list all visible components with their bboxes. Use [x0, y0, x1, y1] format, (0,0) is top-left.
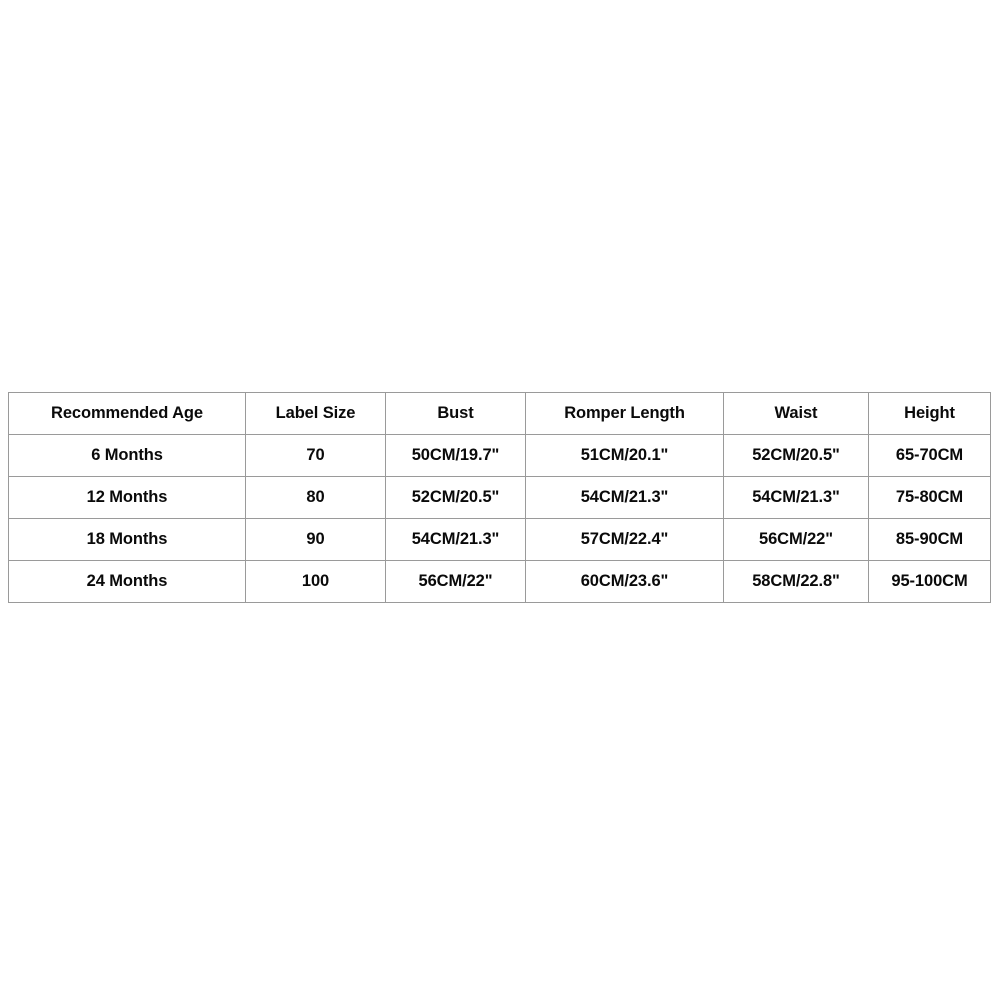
cell-label-size: 90: [245, 518, 386, 561]
cell-bust: 52CM/20.5": [385, 476, 526, 519]
cell-label-size: 70: [245, 434, 386, 477]
cell-bust: 50CM/19.7": [385, 434, 526, 477]
cell-height: 85-90CM: [868, 518, 991, 561]
cell-waist: 58CM/22.8": [723, 560, 869, 603]
table-row: 12 Months 80 52CM/20.5" 54CM/21.3" 54CM/…: [8, 476, 991, 519]
cell-waist: 56CM/22": [723, 518, 869, 561]
cell-label-size: 100: [245, 560, 386, 603]
size-chart-container: Recommended Age Label Size Bust Romper L…: [8, 392, 991, 603]
table-row: 24 Months 100 56CM/22" 60CM/23.6" 58CM/2…: [8, 560, 991, 603]
cell-romper-length: 54CM/21.3": [525, 476, 724, 519]
cell-bust: 56CM/22": [385, 560, 526, 603]
cell-waist: 54CM/21.3": [723, 476, 869, 519]
cell-bust: 54CM/21.3": [385, 518, 526, 561]
cell-recommended-age: 24 Months: [8, 560, 246, 603]
cell-height: 75-80CM: [868, 476, 991, 519]
column-header-waist: Waist: [723, 392, 869, 435]
column-header-label-size: Label Size: [245, 392, 386, 435]
column-header-romper-length: Romper Length: [525, 392, 724, 435]
cell-height: 65-70CM: [868, 434, 991, 477]
column-header-height: Height: [868, 392, 991, 435]
size-chart-table: Recommended Age Label Size Bust Romper L…: [8, 392, 991, 603]
cell-label-size: 80: [245, 476, 386, 519]
table-row: 18 Months 90 54CM/21.3" 57CM/22.4" 56CM/…: [8, 518, 991, 561]
column-header-bust: Bust: [385, 392, 526, 435]
cell-recommended-age: 12 Months: [8, 476, 246, 519]
cell-recommended-age: 6 Months: [8, 434, 246, 477]
table-header-row: Recommended Age Label Size Bust Romper L…: [8, 392, 991, 435]
cell-romper-length: 60CM/23.6": [525, 560, 724, 603]
table-row: 6 Months 70 50CM/19.7" 51CM/20.1" 52CM/2…: [8, 434, 991, 477]
cell-recommended-age: 18 Months: [8, 518, 246, 561]
column-header-recommended-age: Recommended Age: [8, 392, 246, 435]
cell-height: 95-100CM: [868, 560, 991, 603]
cell-waist: 52CM/20.5": [723, 434, 869, 477]
cell-romper-length: 57CM/22.4": [525, 518, 724, 561]
cell-romper-length: 51CM/20.1": [525, 434, 724, 477]
